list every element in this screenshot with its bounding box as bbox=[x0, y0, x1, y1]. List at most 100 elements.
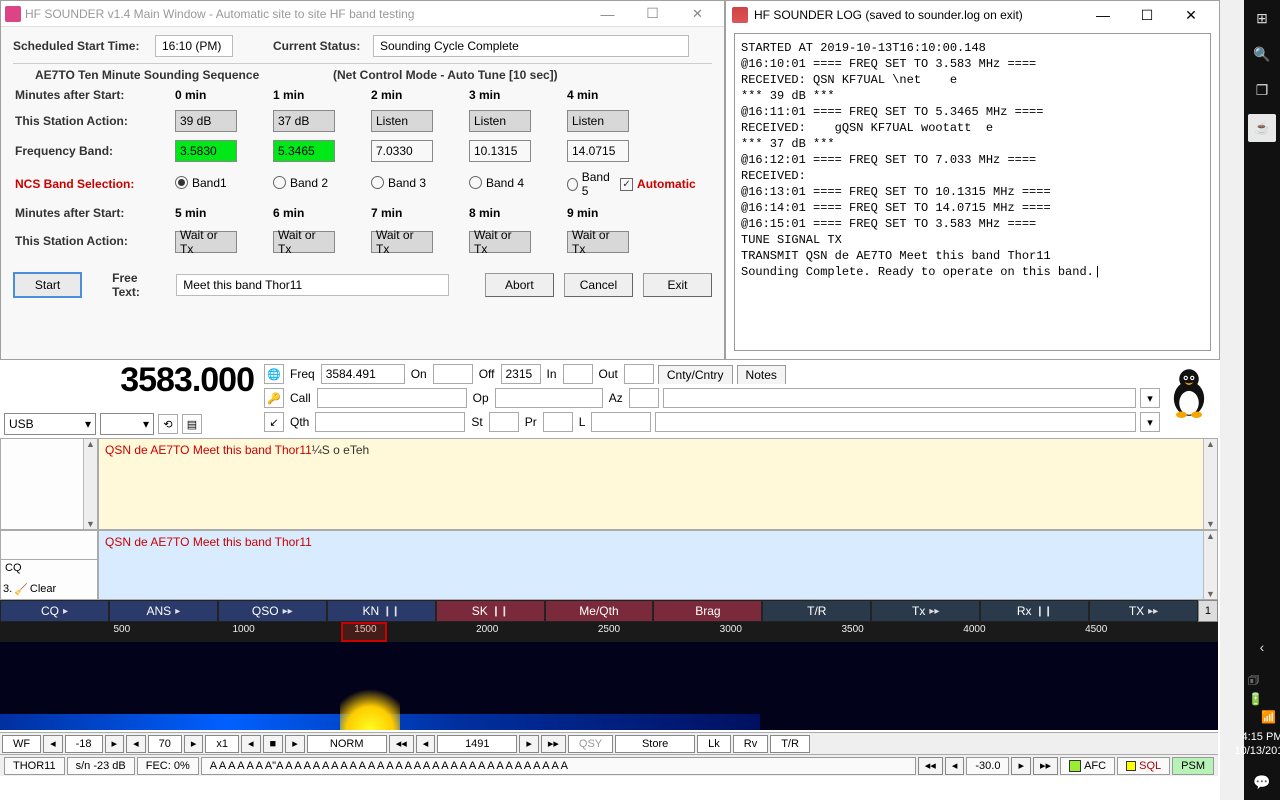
macro-cq[interactable]: CQ ▸ bbox=[0, 600, 109, 622]
lvl2-left[interactable]: ◂ bbox=[126, 735, 146, 753]
pr-input[interactable] bbox=[543, 412, 573, 432]
tx-scrollbar[interactable] bbox=[1203, 531, 1217, 599]
val-rr[interactable]: ▸▸ bbox=[1033, 757, 1058, 775]
band2-radio[interactable]: Band 2 bbox=[273, 176, 328, 190]
waterfall-ruler[interactable]: 50010001500200025003000350040004500 bbox=[0, 622, 1218, 642]
band3-radio[interactable]: Band 3 bbox=[371, 176, 426, 190]
in-input[interactable] bbox=[563, 364, 593, 384]
afc-toggle[interactable]: AFC bbox=[1060, 757, 1115, 775]
log-minimize-button[interactable]: — bbox=[1081, 1, 1125, 29]
freq-1[interactable]: 5.3465 bbox=[273, 140, 335, 162]
waterfall[interactable] bbox=[0, 642, 1218, 730]
search-icon[interactable]: 🔍 bbox=[1244, 36, 1280, 72]
lvl2-right[interactable]: ▸ bbox=[184, 735, 204, 753]
val-r[interactable]: ▸ bbox=[1011, 757, 1031, 775]
band4-radio[interactable]: Band 4 bbox=[469, 176, 524, 190]
log-titlebar[interactable]: HF SOUNDER LOG (saved to sounder.log on … bbox=[726, 1, 1219, 29]
start-button[interactable]: Start bbox=[13, 272, 82, 298]
key-icon[interactable]: 🔑 bbox=[264, 388, 284, 408]
seek-ffwd[interactable]: ▸▸ bbox=[541, 735, 566, 753]
store-button[interactable]: Store bbox=[615, 735, 695, 753]
cq-box[interactable]: CQ bbox=[1, 559, 97, 579]
notes-input[interactable] bbox=[663, 388, 1136, 408]
wf-label[interactable]: WF bbox=[2, 735, 41, 753]
play-stop[interactable]: ■ bbox=[263, 735, 284, 753]
macro-page[interactable]: 1 bbox=[1198, 600, 1218, 622]
maximize-button[interactable]: ☐ bbox=[630, 1, 675, 27]
seek-back[interactable]: ◂ bbox=[416, 735, 436, 753]
cursor-freq[interactable]: 1491 bbox=[437, 735, 517, 753]
macro-ans[interactable]: ANS ▸ bbox=[109, 600, 218, 622]
macro-sk[interactable]: SK ❙❙ bbox=[436, 600, 545, 622]
freq-3[interactable]: 10.1315 bbox=[469, 140, 531, 162]
rx-scrollbar[interactable] bbox=[83, 439, 97, 529]
macro-qso[interactable]: QSO ▸▸ bbox=[218, 600, 327, 622]
val-l[interactable]: ◂ bbox=[945, 757, 965, 775]
macro-brag[interactable]: Brag bbox=[653, 600, 762, 622]
lvl-pos[interactable]: 70 bbox=[148, 735, 182, 753]
freq-0[interactable]: 3.5830 bbox=[175, 140, 237, 162]
notifications-icon[interactable]: 💬 bbox=[1244, 764, 1280, 800]
rx-text-pane[interactable]: QSN de AE7TO Meet this band Thor11¼S o e… bbox=[98, 438, 1218, 530]
tx-text-pane[interactable]: QSN de AE7TO Meet this band Thor11 bbox=[98, 530, 1218, 600]
az-input[interactable] bbox=[629, 388, 659, 408]
abort-button[interactable]: Abort bbox=[485, 273, 554, 297]
loc-input[interactable] bbox=[591, 412, 651, 432]
macro-tr[interactable]: T/R bbox=[762, 600, 871, 622]
seek-fwd[interactable]: ▸ bbox=[519, 735, 539, 753]
freq-4[interactable]: 14.0715 bbox=[567, 140, 629, 162]
cnty-tab[interactable]: Cnty/Cntry bbox=[658, 365, 733, 384]
globe-icon[interactable]: 🌐 bbox=[264, 364, 284, 384]
on-input[interactable] bbox=[433, 364, 473, 384]
extra-input[interactable] bbox=[655, 412, 1136, 432]
play-back[interactable]: ◂ bbox=[241, 735, 261, 753]
task-view-icon[interactable]: ❐ bbox=[1244, 72, 1280, 108]
lvl-right[interactable]: ▸ bbox=[105, 735, 125, 753]
dropdown-icon[interactable]: ▾ bbox=[1140, 388, 1160, 408]
automatic-check[interactable]: ✓Automatic bbox=[620, 177, 696, 191]
psm-toggle[interactable]: PSM bbox=[1172, 757, 1214, 775]
qth-input[interactable] bbox=[315, 412, 465, 432]
log-textarea[interactable]: STARTED AT 2019-10-13T16:10:00.148 @16:1… bbox=[734, 33, 1211, 351]
log-maximize-button[interactable]: ☐ bbox=[1125, 1, 1169, 29]
blank-select[interactable]: ▾ bbox=[100, 413, 154, 435]
main-titlebar[interactable]: HF SOUNDER v1.4 Main Window - Automatic … bbox=[1, 1, 724, 27]
op-input[interactable] bbox=[495, 388, 603, 408]
val-left[interactable]: ◂◂ bbox=[918, 757, 943, 775]
macro-kn[interactable]: KN ❙❙ bbox=[327, 600, 436, 622]
big-frequency[interactable]: 3583.000 bbox=[4, 362, 262, 398]
dropdown2-icon[interactable]: ▾ bbox=[1140, 412, 1160, 432]
windows-start-icon[interactable]: ⊞ bbox=[1244, 0, 1280, 36]
exit-button[interactable]: Exit bbox=[643, 273, 712, 297]
qsy-button[interactable]: QSY bbox=[568, 735, 613, 753]
book-icon[interactable]: ▤ bbox=[182, 414, 202, 434]
close-button[interactable]: ✕ bbox=[675, 1, 720, 27]
play-fwd[interactable]: ▸ bbox=[285, 735, 305, 753]
arrow-icon[interactable]: ↙ bbox=[264, 412, 284, 432]
rv-button[interactable]: Rv bbox=[733, 735, 768, 753]
freq-2[interactable]: 7.0330 bbox=[371, 140, 433, 162]
tr-button[interactable]: T/R bbox=[770, 735, 810, 753]
sql-toggle[interactable]: SQL bbox=[1117, 757, 1170, 775]
macro-tx[interactable]: Tx ▸▸ bbox=[871, 600, 980, 622]
seek-bback[interactable]: ◂◂ bbox=[389, 735, 414, 753]
log-close-button[interactable]: ✕ bbox=[1169, 1, 1213, 29]
lvl-left[interactable]: ◂ bbox=[43, 735, 63, 753]
clear-row[interactable]: 3. 🧹 Clear bbox=[1, 579, 97, 599]
call-input[interactable] bbox=[317, 388, 467, 408]
mode-select[interactable]: USB▾ bbox=[4, 413, 96, 435]
macro-rx[interactable]: Rx ❙❙ bbox=[980, 600, 1089, 622]
cancel-button[interactable]: Cancel bbox=[564, 273, 633, 297]
expand-tray-icon[interactable]: ‹ bbox=[1244, 629, 1280, 665]
macro-tx[interactable]: TX ▸▸ bbox=[1089, 600, 1198, 622]
out-input[interactable] bbox=[624, 364, 654, 384]
notes-tab[interactable]: Notes bbox=[737, 365, 786, 384]
system-clock[interactable]: 4:15 PM 10/13/2019 bbox=[1234, 730, 1280, 764]
norm[interactable]: NORM bbox=[307, 735, 387, 753]
band5-radio[interactable]: Band 5 bbox=[567, 170, 612, 198]
zoom[interactable]: x1 bbox=[205, 735, 239, 753]
minimize-button[interactable]: — bbox=[585, 1, 630, 27]
band1-radio[interactable]: Band1 bbox=[175, 176, 227, 190]
lvl-neg[interactable]: -18 bbox=[65, 735, 103, 753]
java-taskbar-icon[interactable]: ☕ bbox=[1248, 114, 1276, 142]
